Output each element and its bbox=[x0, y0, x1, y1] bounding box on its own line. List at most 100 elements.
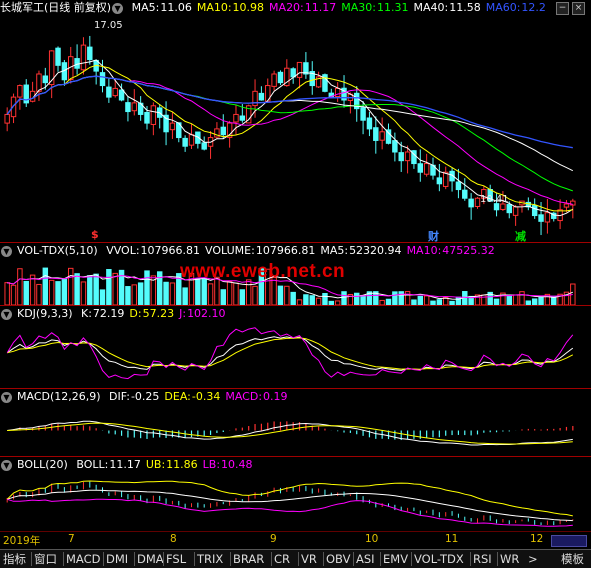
boll-legend: BOLL:11.17 UB:11.86 LB:10.48 bbox=[76, 458, 257, 471]
kdj-item: J:102.10 bbox=[179, 307, 225, 320]
volume-bar bbox=[74, 273, 80, 305]
toolbar-tab[interactable]: 窗口 bbox=[34, 551, 57, 567]
toolbar-tab[interactable]: CR bbox=[274, 551, 290, 567]
x-axis-label: 12 bbox=[530, 533, 544, 545]
stock-title: 长城军工 bbox=[0, 1, 44, 14]
volume-bar bbox=[341, 291, 347, 305]
chevron-down-icon[interactable]: ▼ bbox=[1, 245, 12, 257]
volume-bar bbox=[220, 289, 226, 305]
volume-bar bbox=[226, 281, 233, 305]
volume-bar bbox=[277, 285, 284, 305]
close-icon[interactable]: × bbox=[572, 2, 585, 15]
candle-body bbox=[99, 72, 106, 87]
candle-body bbox=[290, 68, 296, 78]
chevron-down-icon[interactable]: ▼ bbox=[112, 2, 124, 14]
kdj-item: D:57.23 bbox=[129, 307, 174, 320]
volume-bar bbox=[112, 272, 118, 305]
candle-body bbox=[106, 86, 112, 98]
vol-item: VVOL:107966.81 bbox=[106, 244, 200, 257]
boll-indicator-name[interactable]: BOLL(20) bbox=[17, 458, 68, 471]
volume-bar bbox=[245, 279, 252, 305]
toolbar-tab[interactable]: BRAR bbox=[233, 551, 264, 567]
chevron-right-icon[interactable]: > bbox=[528, 551, 538, 567]
vol-item: MA10:47525.32 bbox=[407, 244, 495, 257]
toolbar-tab[interactable]: FSL bbox=[166, 551, 186, 567]
ma-value: 11.06 bbox=[160, 1, 192, 14]
vol-value: 52320.94 bbox=[349, 244, 402, 257]
toolbar-separator bbox=[31, 552, 32, 566]
chevron-down-icon[interactable]: ▼ bbox=[1, 308, 12, 320]
boll-item: LB:10.48 bbox=[203, 458, 253, 471]
high-price-label: 17.05 bbox=[94, 20, 123, 31]
toolbar-tab[interactable]: RSI bbox=[473, 551, 492, 567]
candle-body bbox=[188, 134, 195, 146]
scroll-thumb[interactable] bbox=[551, 535, 587, 547]
volume-bar bbox=[48, 279, 55, 305]
volume-bar bbox=[137, 282, 144, 305]
toolbar-separator bbox=[103, 552, 104, 566]
minus-icon[interactable]: − bbox=[556, 2, 569, 15]
vol-label: VVOL: bbox=[106, 244, 140, 257]
volume-bar bbox=[29, 274, 36, 305]
vol-label: MA5: bbox=[320, 244, 349, 257]
ma-item: MA60:12.2 bbox=[486, 1, 546, 14]
macd-item: MACD:0.19 bbox=[225, 390, 287, 403]
toolbar-tab[interactable]: 指标 bbox=[3, 551, 26, 567]
candle-body bbox=[563, 203, 570, 208]
chevron-down-icon[interactable]: ▼ bbox=[1, 459, 12, 471]
volume-bar bbox=[80, 281, 87, 305]
macd-dif-line bbox=[7, 420, 573, 446]
candle-body bbox=[150, 105, 157, 125]
template-button[interactable]: 模板 bbox=[561, 551, 584, 567]
vol-panel-header: ▼ VOL-TDX(5,10) VVOL:107966.81 VOLUME:1079… bbox=[0, 243, 505, 259]
toolbar-tab[interactable]: MACD bbox=[66, 551, 100, 567]
chevron-down-icon[interactable]: ▼ bbox=[1, 391, 12, 403]
dividend-marker[interactable]: $ bbox=[91, 228, 99, 241]
vol-indicator-name[interactable]: VOL-TDX(5,10) bbox=[17, 244, 98, 257]
toolbar-tab[interactable]: ASI bbox=[356, 551, 375, 567]
ma-value: 11.31 bbox=[376, 1, 409, 14]
candle-body bbox=[42, 75, 49, 84]
candle-body bbox=[506, 204, 512, 214]
kdj-panel-header: ▼ KDJ(9,3,3) K:72.19 D:57.23 J:102.10 bbox=[0, 306, 236, 322]
volume-bar bbox=[87, 275, 93, 305]
toolbar-tab[interactable]: TRIX bbox=[197, 551, 223, 567]
ma-label: MA5: bbox=[131, 1, 160, 14]
volume-bar bbox=[315, 297, 322, 305]
toolbar-tab[interactable]: VOL-TDX bbox=[414, 551, 464, 567]
candle-body bbox=[442, 171, 449, 187]
candle-body bbox=[423, 163, 430, 175]
macd-value: -0.34 bbox=[191, 390, 221, 403]
candle-body bbox=[271, 73, 277, 87]
candle-body bbox=[360, 107, 366, 121]
toolbar-tab[interactable]: DMI bbox=[106, 551, 128, 567]
macd-indicator-name[interactable]: MACD(12,26,9) bbox=[17, 390, 101, 403]
macd-chart bbox=[7, 420, 574, 446]
vol-legend: VVOL:107966.81 VOLUME:107966.81 MA5:52320.… bbox=[106, 244, 500, 257]
candle-body bbox=[4, 113, 10, 124]
boll-chart bbox=[6, 480, 574, 527]
toolbar-tab[interactable]: WR bbox=[500, 551, 519, 567]
candle-body bbox=[455, 181, 462, 191]
volume-bar bbox=[233, 282, 239, 305]
toolbar-tab[interactable]: OBV bbox=[326, 551, 350, 567]
candle-body bbox=[17, 85, 23, 98]
x-axis-label: 9 bbox=[270, 533, 277, 545]
price-chart bbox=[4, 35, 576, 236]
ma-label: MA20: bbox=[269, 1, 304, 14]
toolbar-tab[interactable]: DMA bbox=[137, 551, 164, 567]
kdj-value: 72.19 bbox=[92, 307, 125, 320]
kdj-indicator-name[interactable]: KDJ(9,3,3) bbox=[17, 307, 73, 320]
ma-item: MA10:10.98 bbox=[197, 1, 264, 14]
x-axis-label: 11 bbox=[445, 533, 459, 545]
toolbar-tab[interactable]: EMV bbox=[383, 551, 408, 567]
volume-bar bbox=[182, 287, 188, 305]
ma-item: MA5:11.06 bbox=[132, 1, 192, 14]
vol-label: VOLUME: bbox=[205, 244, 255, 257]
kdj-label: D: bbox=[129, 307, 142, 320]
boll-label: LB: bbox=[202, 458, 221, 471]
candle-body bbox=[436, 177, 443, 185]
ma-item: MA20:11.17 bbox=[269, 1, 336, 14]
toolbar-tab[interactable]: VR bbox=[301, 551, 317, 567]
volume-bar bbox=[36, 283, 42, 305]
